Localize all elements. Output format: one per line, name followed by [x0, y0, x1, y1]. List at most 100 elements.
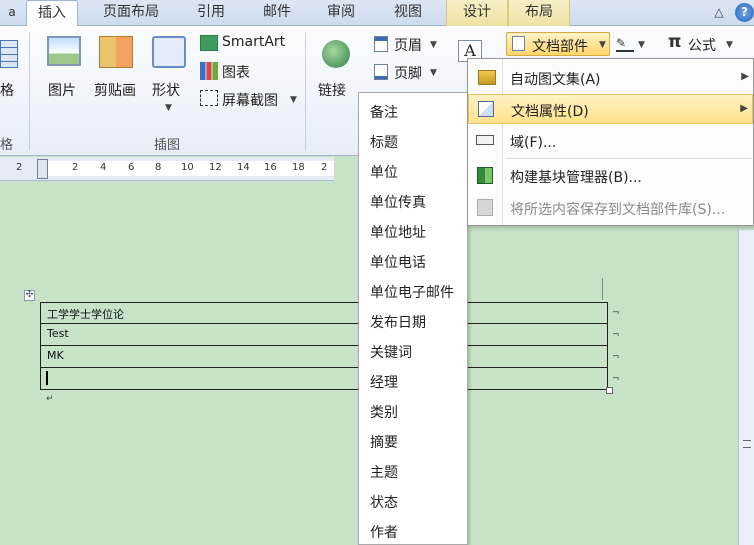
property-item[interactable]: 经理 [370, 372, 398, 392]
header-button[interactable]: 页眉 [394, 35, 422, 55]
document-property-list: 备注 标题 单位 单位传真 单位地址 单位电话 单位电子邮件 发布日期 关键词 … [358, 92, 468, 545]
property-item[interactable]: 单位电子邮件 [370, 282, 454, 302]
tab-table-design[interactable]: 设计 [446, 0, 508, 26]
header-dropdown-icon[interactable]: ▼ [430, 40, 437, 50]
submenu-arrow-icon: ▶ [741, 71, 749, 82]
link-button[interactable]: 链接 [318, 80, 346, 100]
menu-item-label: 域(F)... [510, 135, 557, 151]
docparts-icon[interactable] [512, 36, 525, 51]
property-item[interactable]: 备注 [370, 102, 398, 122]
signature-icon[interactable]: ✎ [616, 36, 634, 52]
ruler-number: 2 [72, 162, 79, 173]
screenshot-dropdown-icon[interactable]: ▼ [290, 95, 297, 105]
formula-button[interactable]: 公式 [688, 35, 716, 55]
shapes-dropdown-icon[interactable]: ▼ [165, 103, 172, 113]
formula-symbol-icon[interactable]: π [668, 32, 681, 52]
footer-dropdown-icon[interactable]: ▼ [430, 68, 437, 78]
ruler-number: 12 [209, 162, 222, 173]
picture-icon[interactable] [47, 36, 81, 66]
building-blocks-icon [477, 167, 493, 184]
property-item[interactable]: 作者 [370, 522, 398, 542]
ribbon-tab-bar: a 插入 页面布局 引用 邮件 审阅 视图 设计 布局 △ ? [0, 0, 754, 27]
tab-insert[interactable]: 插入 [26, 0, 78, 27]
property-item[interactable]: 单位地址 [370, 222, 426, 242]
property-item[interactable]: 单位 [370, 162, 398, 182]
menu-item-building-blocks-organizer[interactable]: 构建基块管理器(B)... [468, 161, 753, 191]
property-item[interactable]: 发布日期 [370, 312, 426, 332]
header-icon[interactable] [374, 36, 388, 52]
menu-item-document-property[interactable]: 文档属性(D) ▶ [468, 94, 753, 124]
formula-dropdown-icon[interactable]: ▼ [726, 40, 733, 50]
property-item[interactable]: 主题 [370, 462, 398, 482]
shapes-icon[interactable] [152, 36, 186, 68]
property-item[interactable]: 类别 [370, 402, 398, 422]
table-cell[interactable]: MK [47, 349, 64, 362]
menu-item-label: 构建基块管理器(B)... [510, 170, 642, 186]
table-cell[interactable]: Test [47, 327, 69, 340]
table-resize-handle-icon[interactable] [606, 387, 613, 394]
help-icon[interactable]: ? [735, 3, 754, 22]
smartart-icon[interactable] [200, 35, 218, 51]
field-icon [476, 135, 494, 145]
clipart-button[interactable]: 剪贴画 [94, 80, 136, 100]
horizontal-ruler[interactable]: 2 2 4 6 8 10 12 14 16 18 2 [0, 157, 334, 181]
tab-review[interactable]: 审阅 [316, 0, 366, 26]
menu-separator [506, 158, 752, 159]
property-item[interactable]: 标题 [370, 132, 398, 152]
shapes-button[interactable]: 形状 [152, 80, 180, 100]
table-row[interactable]: Test [40, 324, 608, 346]
table-button-label[interactable]: 格 [0, 80, 14, 100]
end-of-row-mark: ¬ [612, 352, 620, 362]
smartart-button[interactable]: SmartArt [222, 34, 285, 50]
property-item[interactable]: 单位电话 [370, 252, 426, 272]
ruler-number: 10 [181, 162, 194, 173]
footer-button[interactable]: 页脚 [394, 63, 422, 83]
menu-item-autotext[interactable]: 自动图文集(A) ▶ [468, 63, 753, 93]
table-cell[interactable]: 工学学士学位论 [47, 306, 124, 322]
tab-left-edge: a [8, 5, 16, 19]
clipart-icon[interactable] [99, 36, 133, 68]
property-item[interactable]: 摘要 [370, 432, 398, 452]
chart-button[interactable]: 图表 [222, 62, 250, 82]
footer-icon[interactable] [374, 64, 388, 80]
property-item[interactable]: 状态 [370, 492, 398, 512]
docparts-menu: 自动图文集(A) ▶ 文档属性(D) ▶ 域(F)... 构建基块管理器(B).… [467, 58, 754, 226]
menu-item-label: 自动图文集(A) [510, 72, 601, 88]
screenshot-button[interactable]: 屏幕截图 [222, 90, 278, 110]
table-row[interactable] [40, 368, 608, 390]
tab-page-layout[interactable]: 页面布局 [90, 0, 172, 26]
end-of-row-mark: ¬ [612, 374, 620, 384]
paragraph-mark: ↵ [46, 394, 54, 404]
menu-item-field[interactable]: 域(F)... [468, 126, 753, 156]
table-move-handle-icon[interactable]: ✣ [24, 290, 35, 301]
ruler-number: 14 [237, 162, 250, 173]
ruler-number: 4 [100, 162, 107, 173]
tab-table-layout[interactable]: 布局 [508, 0, 570, 26]
property-item[interactable]: 单位传真 [370, 192, 426, 212]
picture-button[interactable]: 图片 [48, 80, 76, 100]
table-row[interactable]: MK [40, 346, 608, 368]
link-icon[interactable] [322, 40, 350, 68]
chart-icon[interactable] [200, 62, 218, 80]
property-item[interactable]: 关键词 [370, 342, 412, 362]
group-separator [305, 32, 306, 150]
ruler-number: 6 [128, 162, 135, 173]
tab-references[interactable]: 引用 [186, 0, 236, 26]
table-row[interactable]: 工学学士学位论 [40, 302, 608, 324]
screenshot-icon[interactable] [200, 90, 218, 106]
docparts-dropdown-icon[interactable]: ▼ [599, 40, 606, 50]
end-of-row-mark: ¬ [612, 330, 620, 340]
document-property-icon [478, 101, 494, 117]
scroll-thumb-grip-icon[interactable] [743, 440, 751, 448]
save-selection-icon [477, 199, 493, 216]
indent-marker-icon[interactable] [37, 159, 48, 179]
signature-dropdown-icon[interactable]: ▼ [638, 40, 645, 50]
table-icon[interactable] [0, 40, 18, 68]
tab-mailings[interactable]: 邮件 [248, 0, 306, 26]
minimize-ribbon-icon[interactable]: △ [712, 5, 726, 19]
ruler-number: 18 [292, 162, 305, 173]
table-group-label: 格 [0, 138, 14, 153]
tab-view[interactable]: 视图 [380, 0, 436, 26]
vertical-scrollbar[interactable] [738, 230, 754, 545]
docparts-button[interactable]: 文档部件 [532, 36, 588, 56]
